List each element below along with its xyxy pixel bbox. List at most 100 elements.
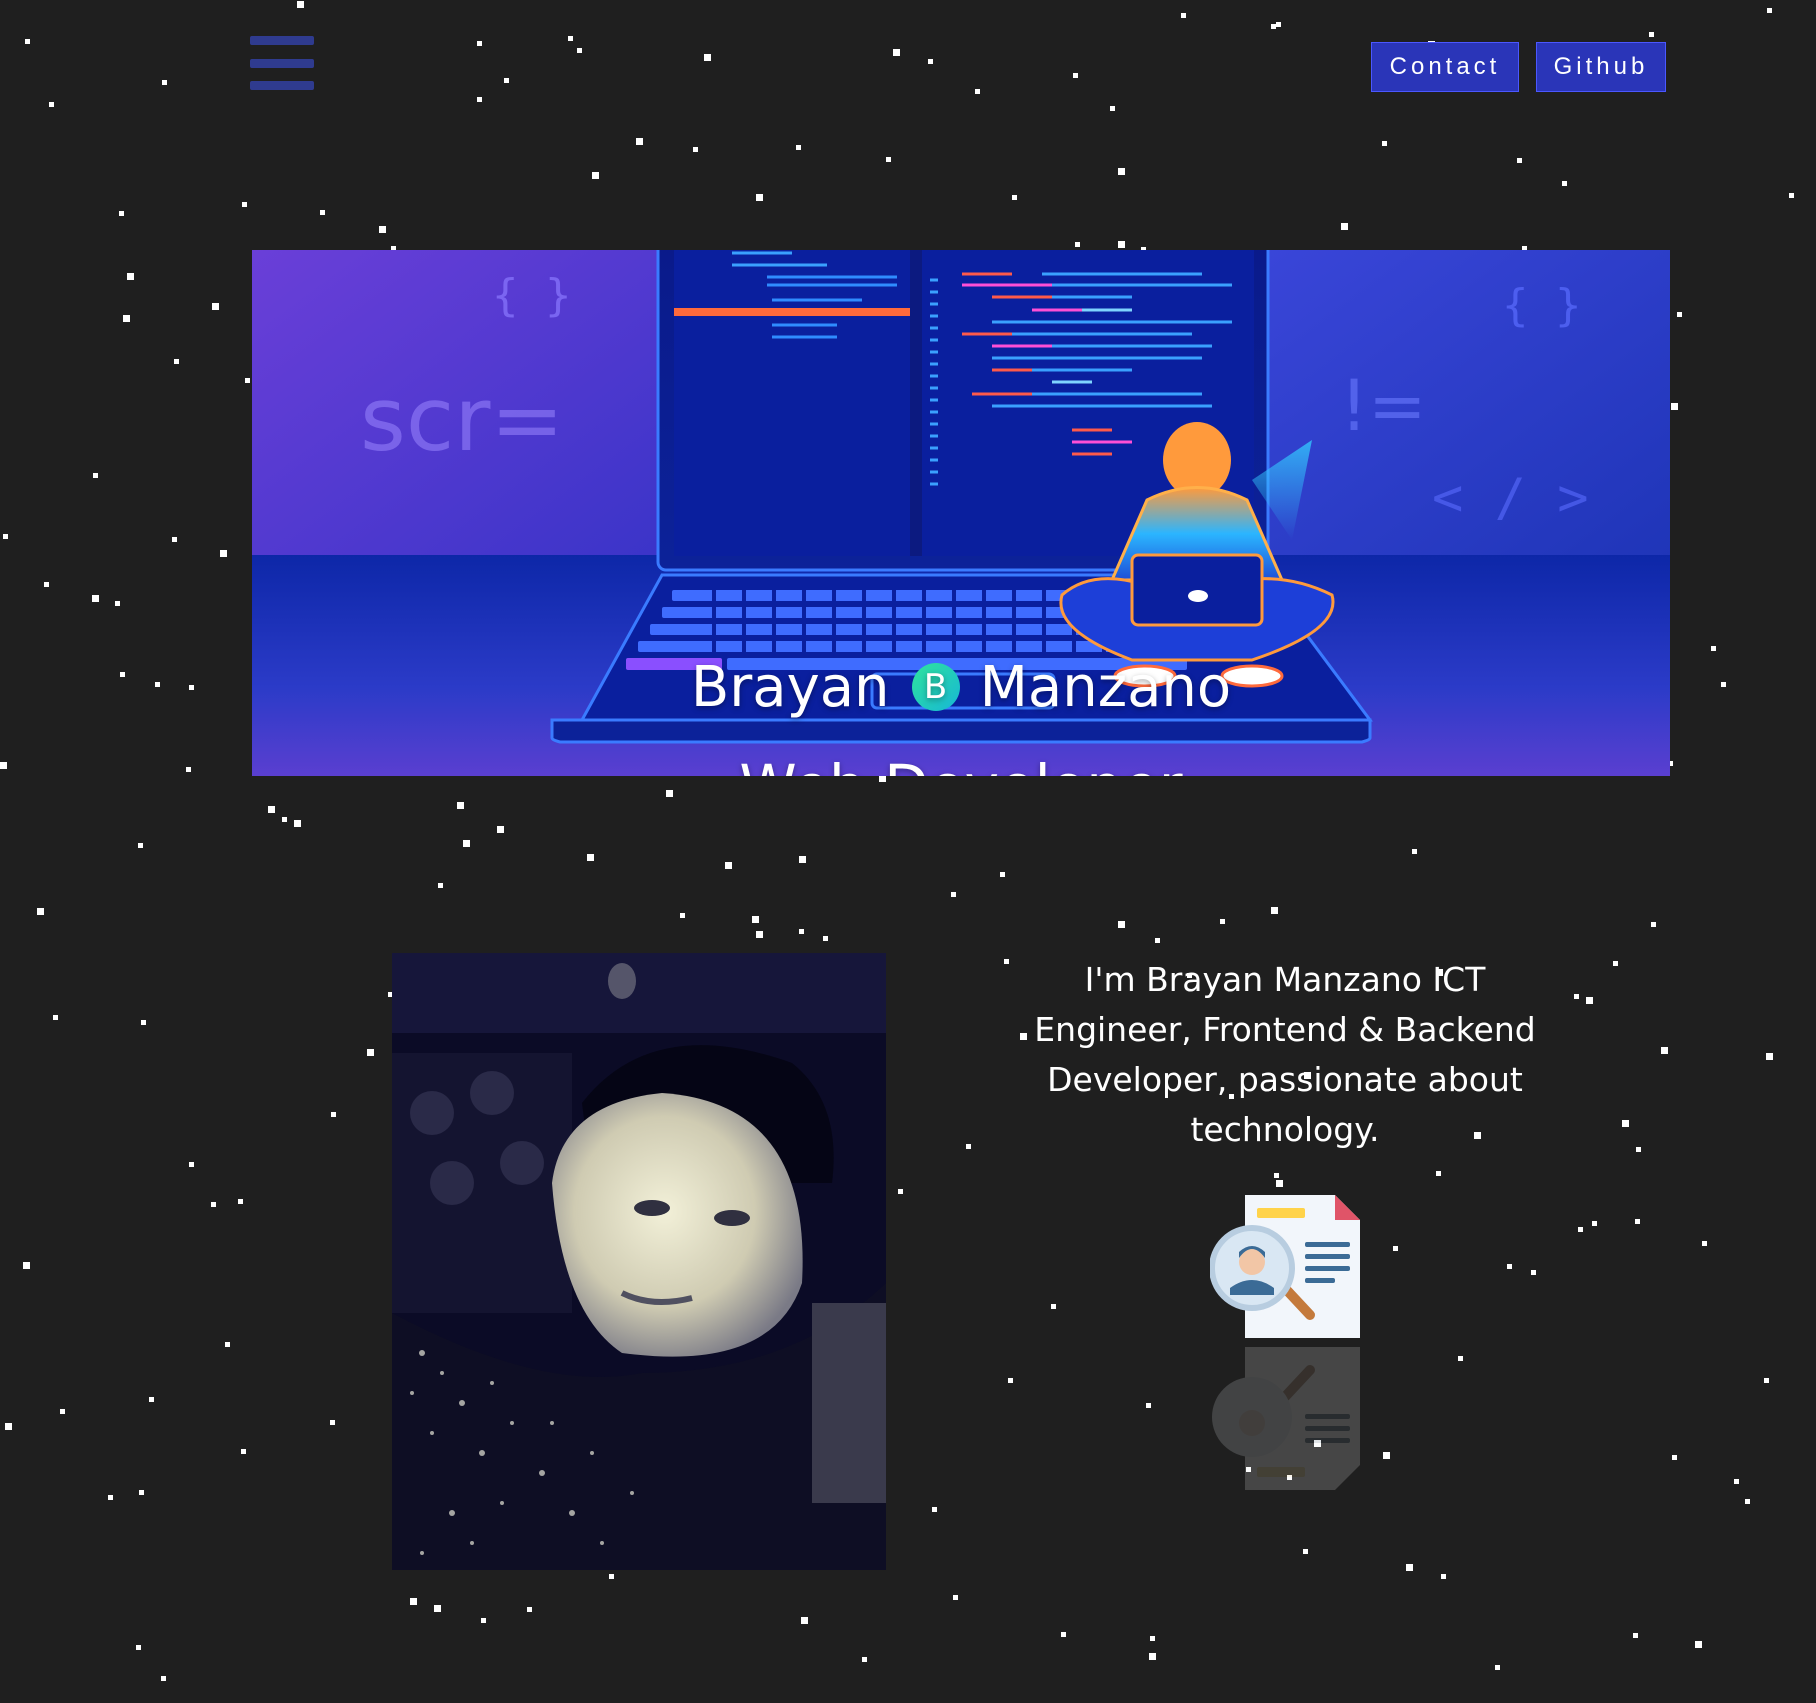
star — [434, 1605, 441, 1612]
star — [174, 359, 179, 364]
resume-search-icon[interactable] — [1210, 1190, 1360, 1340]
star — [242, 202, 247, 207]
star — [1274, 1173, 1279, 1178]
star — [3, 534, 8, 539]
star — [1149, 1653, 1156, 1660]
star — [1578, 1227, 1583, 1232]
star — [1562, 181, 1567, 186]
star — [463, 840, 470, 847]
hamburger-menu-icon[interactable] — [250, 36, 314, 90]
star — [1636, 1147, 1641, 1152]
star — [1695, 1641, 1702, 1648]
star — [801, 1617, 808, 1624]
star — [115, 601, 120, 606]
star — [141, 1020, 146, 1025]
code-symbol: != — [1340, 365, 1427, 447]
star — [756, 194, 763, 201]
first-name: Brayan — [690, 654, 890, 720]
star — [220, 550, 227, 557]
star — [886, 157, 891, 162]
star — [37, 908, 44, 915]
star — [189, 1162, 194, 1167]
star — [49, 102, 54, 107]
star — [636, 138, 643, 145]
star — [1622, 1120, 1629, 1127]
star — [139, 1490, 144, 1495]
star — [282, 817, 287, 822]
star — [1073, 73, 1078, 78]
star — [438, 883, 443, 888]
menu-bar — [250, 36, 314, 45]
star — [1661, 1047, 1668, 1054]
code-symbol: < / > — [1432, 468, 1589, 528]
star — [1671, 403, 1678, 410]
star — [379, 226, 386, 233]
star — [1181, 13, 1186, 18]
menu-bar — [250, 81, 314, 90]
star — [704, 54, 711, 61]
star — [752, 916, 759, 923]
star — [975, 89, 980, 94]
star — [477, 41, 482, 46]
star — [44, 582, 49, 587]
star — [879, 775, 886, 782]
contact-button[interactable]: Contact — [1371, 42, 1519, 92]
menu-bar — [250, 58, 314, 68]
star — [1075, 242, 1080, 247]
star — [53, 1015, 58, 1020]
resume-icon-reflection — [1212, 1347, 1360, 1490]
star — [127, 273, 134, 280]
star — [796, 145, 801, 150]
star — [1110, 106, 1115, 111]
star — [1150, 1636, 1155, 1641]
star — [966, 1144, 971, 1149]
github-button[interactable]: Github — [1536, 42, 1666, 92]
star — [477, 97, 482, 102]
star — [1271, 24, 1276, 29]
star — [1613, 961, 1618, 966]
star — [1382, 141, 1387, 146]
star — [928, 59, 933, 64]
star — [1517, 158, 1522, 163]
star — [1672, 1455, 1677, 1460]
star — [1303, 1549, 1308, 1554]
star — [238, 1199, 243, 1204]
star — [1441, 1574, 1446, 1579]
star — [823, 936, 828, 941]
star — [1458, 1356, 1463, 1361]
star — [211, 1202, 216, 1207]
star — [161, 1676, 166, 1681]
star — [1383, 1452, 1390, 1459]
star — [951, 892, 956, 897]
star — [331, 1112, 336, 1117]
star — [1393, 1246, 1398, 1251]
star — [1789, 193, 1794, 198]
star — [893, 49, 900, 56]
star — [953, 1595, 958, 1600]
star — [1633, 1633, 1638, 1638]
star — [568, 36, 573, 41]
star — [1155, 938, 1160, 943]
star — [268, 806, 275, 813]
code-symbol: scr= — [360, 368, 564, 471]
star — [241, 1449, 246, 1454]
star — [136, 1645, 141, 1650]
star — [108, 1495, 113, 1500]
star — [0, 762, 7, 769]
star — [1702, 1241, 1707, 1246]
star — [1341, 223, 1348, 230]
star — [1406, 1564, 1413, 1571]
code-symbol: { } — [1502, 280, 1581, 331]
star — [1146, 1403, 1151, 1408]
star — [320, 210, 325, 215]
star — [932, 1507, 937, 1512]
star — [1507, 1264, 1512, 1269]
star — [138, 843, 143, 848]
star — [862, 1657, 867, 1662]
star — [1000, 872, 1005, 877]
star — [1651, 922, 1656, 927]
star — [592, 172, 599, 179]
star — [119, 211, 124, 216]
brand-logo-icon: B — [911, 663, 960, 711]
star — [1586, 997, 1593, 1004]
